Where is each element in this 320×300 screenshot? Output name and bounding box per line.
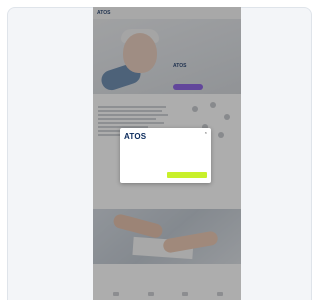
dialog-logo: ATOS [124,132,147,141]
dialog-text [124,143,207,151]
dialog-buttons [124,172,207,178]
reject-button[interactable] [124,172,160,178]
accept-button[interactable] [167,172,207,178]
cookie-consent-dialog: ATOS × [120,128,211,183]
mobile-page-preview: ATOS ATOS ATOS × [93,7,241,300]
close-icon[interactable]: × [205,131,207,135]
